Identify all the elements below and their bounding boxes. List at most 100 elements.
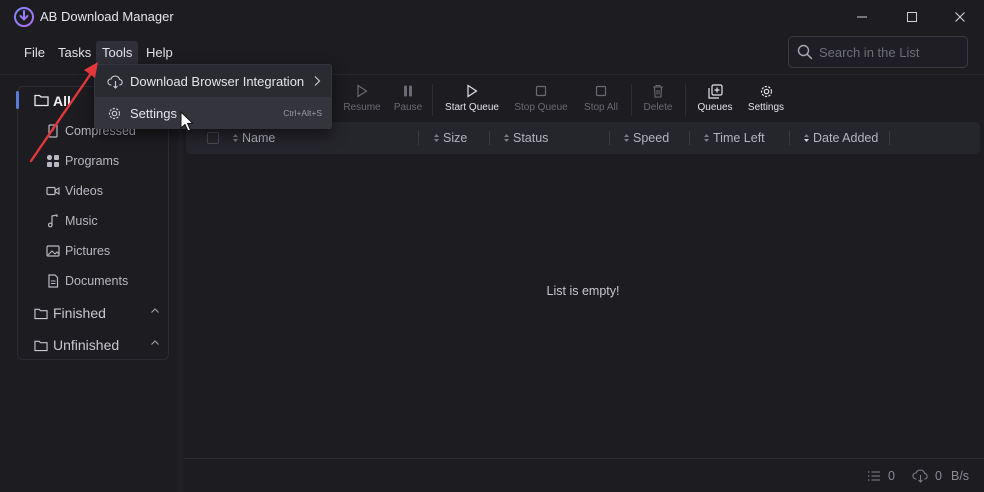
app-logo-icon [14,7,34,27]
document-icon [48,274,59,288]
stop-icon [595,82,607,100]
play-icon [356,82,368,100]
column-status[interactable]: Status [503,122,548,154]
gear-icon [759,82,774,100]
column-divider[interactable] [609,131,610,145]
sort-icon [704,134,709,142]
trash-icon [652,82,664,100]
sidebar-item-label: Videos [65,184,103,198]
start-queue-button[interactable]: Start Queue [438,82,506,118]
column-label: Status [513,131,549,145]
column-size[interactable]: Size [433,122,467,154]
sort-descending-icon [804,134,809,142]
sidebar-group-unfinished[interactable]: Unfinished [34,335,119,355]
menu-item-label: Download Browser Integration [130,73,305,89]
sidebar-item-label: Documents [65,274,129,288]
sort-icon [504,134,509,142]
toolbar-separator [432,84,433,116]
menu-item-label: Settings [130,105,177,121]
column-label: Date Added [813,131,879,145]
menu-item-browser-integration[interactable]: Download Browser Integration [95,65,331,97]
column-divider[interactable] [489,131,490,145]
sidebar-item-all[interactable]: All [53,93,71,109]
sidebar-resize-handle[interactable] [178,75,183,492]
folder-icon [34,93,49,107]
sidebar-item-pictures[interactable]: Pictures [46,241,110,261]
folder-icon [34,308,48,319]
video-icon [46,186,60,196]
settings-label: Settings [747,102,785,113]
stop-queue-label: Stop Queue [514,102,568,113]
maximize-icon [907,12,917,22]
sidebar-item-documents[interactable]: Documents [46,271,128,291]
image-icon [46,245,60,257]
empty-list-message: List is empty! [546,284,620,298]
close-button[interactable] [937,0,983,34]
sidebar-item-label: Programs [65,154,120,168]
toolbar-settings-button[interactable]: Settings [732,82,800,118]
column-divider[interactable] [889,131,890,145]
minimize-button[interactable] [839,0,885,34]
title-bar: AB Download Manager [0,0,984,34]
column-date-added[interactable]: Date Added [803,122,878,154]
tools-dropdown-menu: Download Browser Integration Settings Ct… [94,64,332,129]
minimize-icon [857,16,867,18]
chevron-up-icon[interactable] [150,307,160,315]
chevron-up-icon[interactable] [150,339,160,347]
sidebar-item-videos[interactable]: Videos [46,181,103,201]
sort-icon [434,134,439,142]
column-divider[interactable] [689,131,690,145]
shortcut-label: Ctrl+Alt+S [283,108,322,118]
search-input[interactable] [819,43,959,61]
pause-icon [402,82,414,100]
menu-file[interactable]: File [18,41,51,65]
sort-icon [233,134,238,142]
queues-label: Queues [697,102,733,113]
play-icon [466,82,478,100]
sidebar-item-label: Pictures [65,244,111,258]
stop-icon [535,82,547,100]
apps-icon [46,154,59,167]
archive-icon [48,124,58,138]
select-all-checkbox[interactable] [207,132,219,144]
status-bar-divider [183,458,984,459]
column-label: Name [242,131,276,145]
column-divider[interactable] [418,131,419,145]
maximize-button[interactable] [889,0,935,34]
list-icon [867,470,881,482]
download-count: 0 [935,469,942,483]
column-divider[interactable] [789,131,790,145]
column-label: Speed [633,131,670,145]
stop-queue-button[interactable]: Stop Queue [507,82,575,118]
start-queue-label: Start Queue [445,102,499,113]
menu-tools[interactable]: Tools [96,41,139,65]
column-speed[interactable]: Speed [623,122,669,154]
gear-icon [108,107,121,119]
menu-help[interactable]: Help [140,41,179,65]
column-label: Size [443,131,468,145]
sidebar-selection-indicator [16,91,19,109]
folder-icon [34,340,48,351]
queues-icon [707,82,723,100]
close-icon [955,12,965,22]
sidebar-group-label: Finished [53,305,106,321]
menu-tasks[interactable]: Tasks [52,41,97,65]
menu-item-settings[interactable]: Settings Ctrl+Alt+S [95,97,331,129]
download-speed-unit: B/s [951,469,970,483]
delete-label: Delete [643,102,673,113]
search-box[interactable] [788,36,968,68]
stop-all-label: Stop All [584,102,618,113]
sidebar-item-music[interactable]: Music [46,211,98,231]
sidebar-group-label: Unfinished [53,337,120,353]
pause-label: Pause [393,102,423,113]
chevron-right-icon [314,76,321,86]
active-count: 0 [888,469,895,483]
column-time-left[interactable]: Time Left [703,122,765,154]
sidebar-item-label: Music [65,214,98,228]
column-label: Time Left [713,131,765,145]
sidebar-item-programs[interactable]: Programs [46,151,119,171]
sidebar-group-finished[interactable]: Finished [34,303,106,323]
music-icon [47,214,58,228]
cloud-download-icon [912,468,929,483]
search-icon [797,44,813,60]
